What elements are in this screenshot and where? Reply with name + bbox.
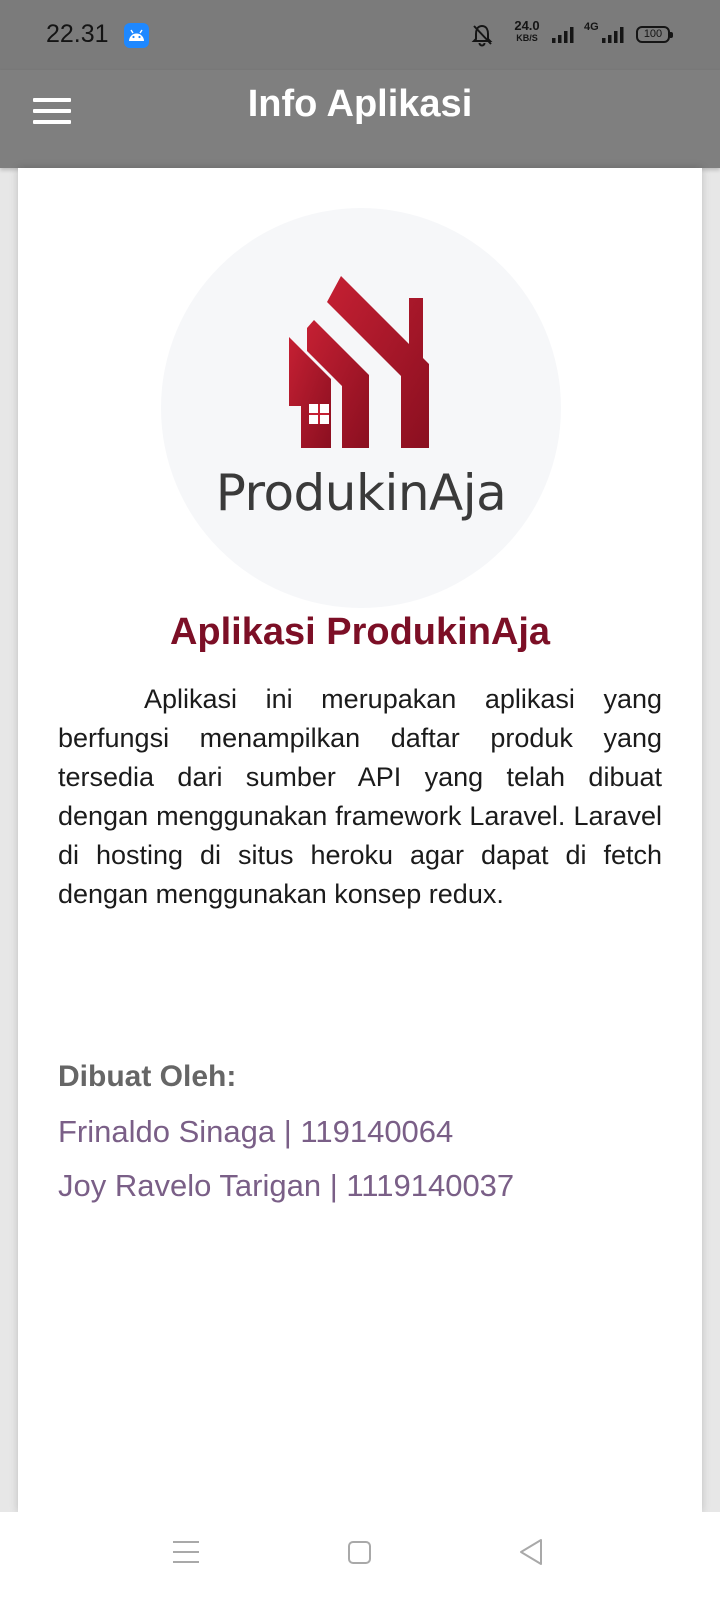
credits-heading: Dibuat Oleh: — [58, 1060, 237, 1093]
app-title: Aplikasi ProdukinAja — [169, 611, 551, 653]
bell-off-icon — [471, 24, 493, 47]
page-title: Info Aplikasi — [247, 83, 473, 125]
android-icon — [124, 23, 149, 48]
credits-list: Frinaldo Sinaga | 119140064 Joy Ravelo T… — [58, 1114, 514, 1222]
recent-apps-icon[interactable] — [173, 1541, 199, 1563]
credit-item: Joy Ravelo Tarigan | 1119140037 — [58, 1168, 515, 1203]
app-logo: ProdukinAja — [161, 208, 561, 608]
status-time: 22.31 — [46, 20, 109, 48]
system-nav-bar — [0, 1512, 720, 1600]
logo-text: ProdukinAja — [215, 464, 507, 522]
battery-icon: 100 — [636, 26, 673, 43]
info-card: ProdukinAja Aplikasi ProdukinAja Aplikas… — [18, 168, 702, 1512]
house-logo-icon — [289, 276, 429, 448]
network-type: 4G — [584, 21, 599, 33]
network-speed-value: 24.0 — [514, 18, 540, 33]
back-icon[interactable] — [518, 1538, 544, 1566]
signal-icon — [602, 27, 624, 43]
network-speed: 24.0 KB/S — [508, 18, 546, 44]
network-speed-unit: KB/S — [516, 33, 538, 43]
status-bar: 22.31 24.0 KB/S 4G 100 — [0, 0, 720, 70]
home-icon[interactable] — [348, 1541, 371, 1564]
app-description: Aplikasi ini merupakan aplikasi yang ber… — [58, 684, 662, 909]
credit-item: Frinaldo Sinaga | 119140064 — [58, 1114, 454, 1149]
signal-icon — [552, 27, 574, 43]
